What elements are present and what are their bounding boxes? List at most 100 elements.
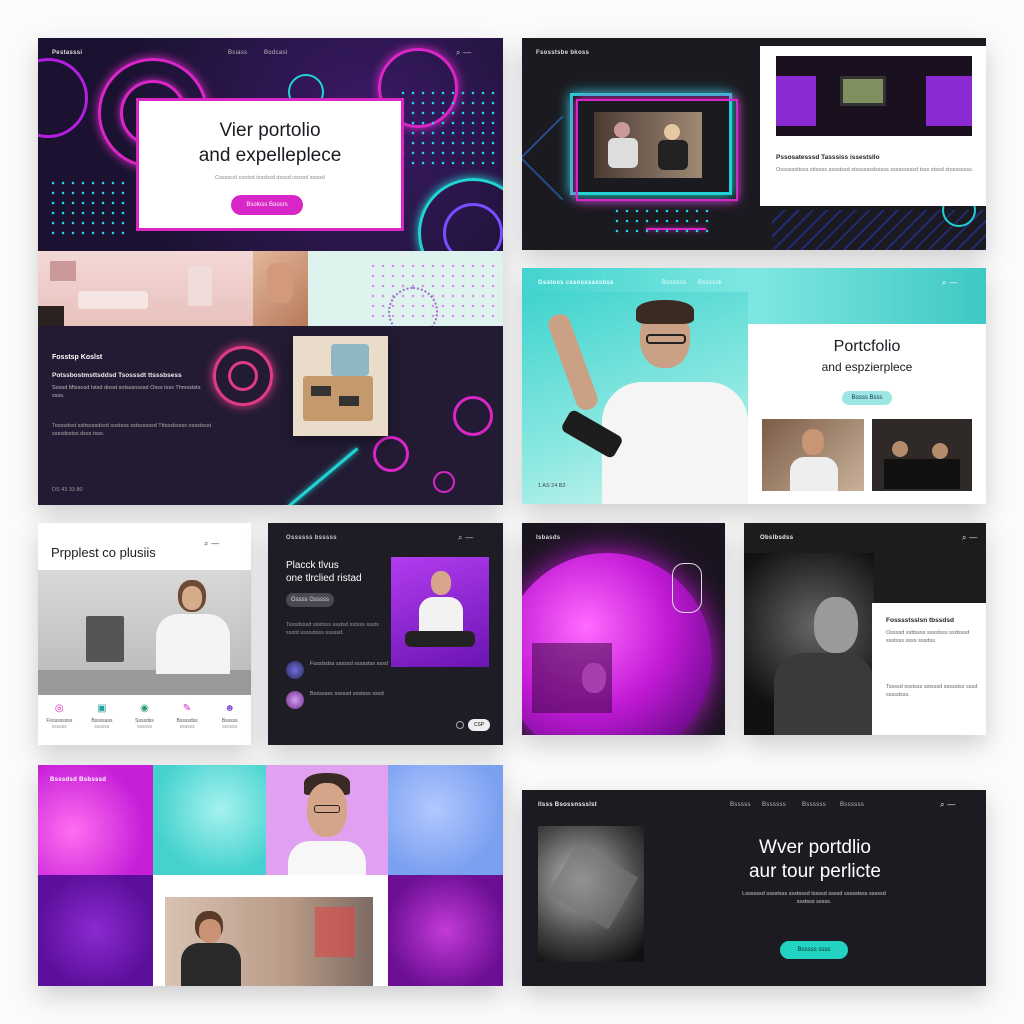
brand-logo[interactable]: Gsstoss cssosssassbss [538, 280, 614, 286]
search-icon[interactable]: ⌕ — [942, 278, 958, 288]
search-icon[interactable]: ⌕ — [456, 48, 472, 58]
hero-cta-button[interactable]: Bsoloss Boosrs [231, 195, 303, 215]
hand-photo [253, 251, 308, 326]
hero-title: Portcfolio [833, 338, 901, 355]
nav-link[interactable]: Bssssss [762, 802, 786, 808]
nav-link[interactable]: Bssssss [840, 802, 864, 808]
section-subheading: Potssbostmsttsddsd Tsosssdt ttsssbsess [52, 372, 182, 379]
nav-link[interactable]: Bsssss [730, 802, 751, 808]
nav-link[interactable]: Bssosss [662, 280, 686, 286]
thumb-photo [872, 419, 972, 491]
search-icon[interactable]: ⌕ — [962, 533, 978, 543]
cta-button[interactable]: Bosss Bsss [842, 391, 892, 405]
brand-logo[interactable]: Fsosstsbe bkoss [536, 50, 589, 56]
hero-title: aur tour perlicte [748, 861, 881, 882]
badge-button[interactable]: CSP [468, 719, 490, 731]
feature-item[interactable]: ✎ Bssssdss ssssss [168, 703, 206, 743]
profile-body: Tsssdsssd ssstsss ssstsd sstsss sssts ss… [286, 622, 379, 636]
search-icon[interactable]: ⌕ — [458, 533, 474, 543]
panel-bw-portrait: Obslbsdss ⌕ — Fosssstsslsn tbssdsd Ossss… [744, 523, 986, 735]
dark-section: Fosstsp Koslst Potssbostmsttsddsd Tsosss… [38, 326, 503, 505]
caption-title: Pssosatesssd Tasssiss issestsllo [776, 154, 880, 161]
brand-logo[interactable]: Pestasssi [52, 50, 82, 56]
nav-link[interactable]: Bssssss [802, 802, 826, 808]
hero-title: Wver portdlio [759, 837, 871, 858]
caption-card: Pssosatesssd Tasssiss issestsllo Ossosss… [760, 46, 986, 206]
people-icon: ☻ [224, 703, 235, 714]
page-title: Prpplest co plusiis [51, 545, 156, 560]
circle-icon[interactable] [456, 721, 464, 729]
feature-sub: ssssss [222, 724, 238, 730]
brand-logo[interactable]: Ossssss bsssss [286, 535, 337, 541]
feature-item[interactable]: ☻ Bsssss ssssss [211, 703, 249, 743]
panel-dark-profile: Ossssss bsssss ⌕ — Placck tlvus one tlrc… [268, 523, 503, 745]
texture-tile [38, 875, 153, 986]
panel-purple-sphere: Isbasds [522, 523, 725, 735]
feature-sub: ssssss [94, 724, 110, 730]
list-item: Fssstsdss sssssd ssssstss sssd [310, 661, 388, 667]
brand-logo[interactable]: Obslbsdss [760, 535, 793, 541]
card-body: Ossssd ssttssss sssstsss ssdsssd ssstsss… [886, 630, 970, 644]
avatar[interactable] [286, 691, 304, 709]
texture-tile [153, 765, 266, 875]
text-card: Fosssstsslsn tbssdsd Ossssd ssttssss sss… [872, 603, 986, 735]
office-photo [38, 570, 251, 695]
panel-dark-hero: Ilsss Bsossnssslst Bsssss Bssssss Bsssss… [522, 790, 986, 986]
cta-button[interactable]: Gssss Gsssss [286, 593, 334, 607]
hero-title: and espzierplece [821, 360, 913, 374]
brand-logo[interactable]: Bsssdsd Bsbsssd [50, 777, 106, 783]
texture-tile [388, 875, 503, 986]
brand-logo[interactable]: Isbasds [536, 535, 560, 541]
panel-workspace: Prpplest co plusiis ⌕ — ◎ Fsosssssss sssss… [38, 523, 251, 745]
section-body: Tosssdsst ssttssssdssd sostsss sstssssss… [52, 423, 212, 437]
bw-photo [744, 553, 874, 735]
avatar[interactable] [286, 661, 304, 679]
device-photo [293, 336, 388, 436]
feature-icons: ◎ Fsosssssss ssssss ▣ Bssssass ssssss ◉ Ssssdss… [38, 703, 251, 743]
feature-sub: ssssss [136, 724, 152, 730]
portfolio-moodboard: Pestasssi Bsiass Bodcasl ⌕ — Vier portol… [0, 0, 1024, 1024]
feature-item[interactable]: ▣ Bssssass ssssss [83, 703, 121, 743]
feature-item[interactable]: ◉ Ssssdss ssssss [125, 703, 163, 743]
title-card: Portcfolio and espzierplece Bosss Bsss [748, 324, 986, 504]
hero-title: Vier portolio [219, 120, 321, 141]
mint-pattern [308, 251, 503, 326]
panel-neon-portfolio: Pestasssi Bsiass Bodcasl ⌕ — Vier portol… [38, 38, 503, 505]
portrait-tile [266, 765, 388, 875]
profile-title: one tlrclied ristad [286, 573, 362, 584]
texture-tile [388, 765, 503, 875]
hero-portrait [522, 292, 748, 504]
hero-card: Vier portolio and expelleplece Cossscsl … [136, 98, 404, 231]
panel-portrait-teal: Gsstoss cssosssassbss Bssosss Bsssssk ⌕ … [522, 268, 986, 504]
rock-photo [538, 826, 644, 962]
studio-photo [165, 897, 373, 986]
card-body: Tssssd ssstsss sstsssd ssssstss sssd sss… [886, 684, 978, 698]
brand-logo[interactable]: Ilsss Bsossnssslst [538, 802, 597, 808]
target-icon: ◎ [54, 703, 64, 714]
section-heading: Fosstsp Koslst [52, 354, 103, 361]
footer-meta: DS 43 33 80 [52, 487, 83, 493]
edit-icon: ✎ [182, 703, 192, 714]
hero-title: and expelleplece [198, 145, 342, 166]
footer-meta: 1 AS 24 B2 [538, 483, 566, 489]
feature-sub: ssssss [51, 724, 67, 730]
thumb-photo [762, 419, 864, 491]
hero-body: Lssssssd sssstsss ssstsssd tssssd ssssd … [742, 891, 886, 905]
search-icon[interactable]: ⌕ — [204, 539, 220, 549]
nav-link[interactable]: Bsiass [228, 50, 247, 56]
feature-item[interactable]: ◎ Fsosssssss ssssss [40, 703, 78, 743]
search-icon[interactable]: ⌕ — [940, 800, 956, 810]
hero-cta-button[interactable]: Bsssss ssss [780, 941, 848, 959]
panel-mosaic: Bsssdsd Bsbsssd [38, 765, 503, 986]
nav-link[interactable]: Bodcasl [264, 50, 287, 56]
profile-photo [391, 557, 489, 667]
section-body: Sossd Mtssosd Istsd dosst sotsssnsssd Os… [52, 385, 201, 399]
caption-body: Ossosssttsss sttsoss sssstssd stssssssds… [776, 167, 974, 173]
panel-tv-frame: Fsosstsbe bkoss Pssosatesssd Tasssiss is… [522, 38, 986, 250]
interview-photo [594, 112, 702, 178]
image-icon: ▣ [97, 703, 107, 714]
list-item: Bsssssss sssssd ssstsss sssd [310, 691, 384, 697]
living-room-photo [38, 251, 253, 326]
nav-link[interactable]: Bsssssk [698, 280, 722, 286]
stage-photo [776, 56, 972, 136]
